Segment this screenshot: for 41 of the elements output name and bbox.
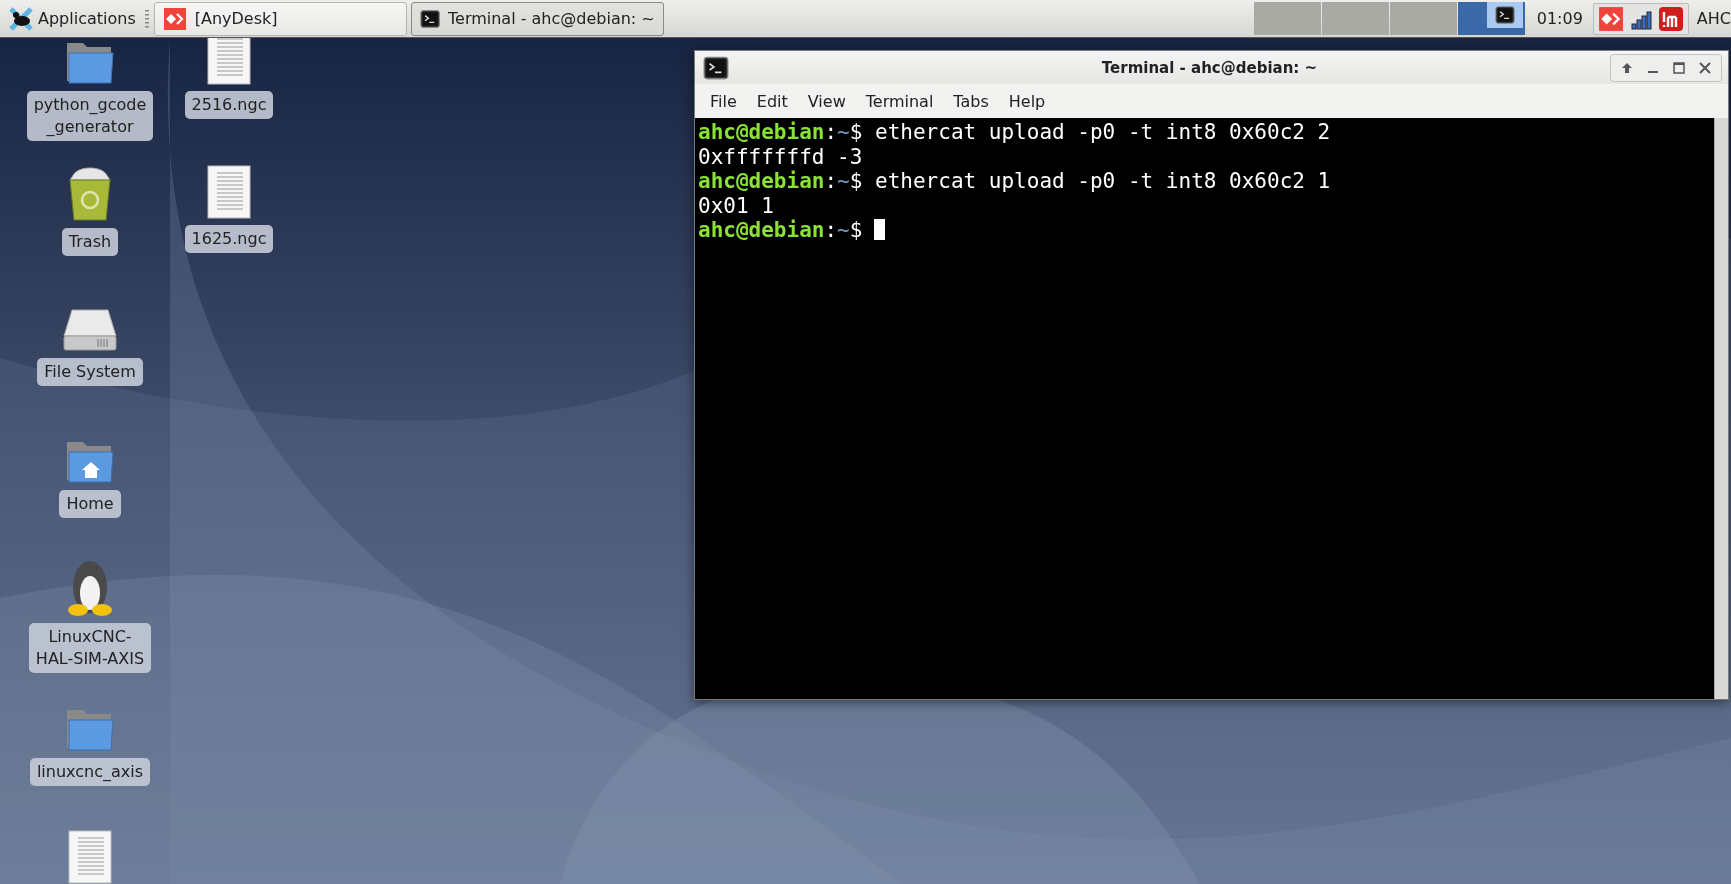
- menu-item[interactable]: Edit: [747, 87, 797, 115]
- prompt-line: ahc@debian:~$ ethercat upload -p0 -t int8 0x60c2 2: [698, 120, 1332, 145]
- taskbar-button[interactable]: [AnyDesk]: [153, 1, 407, 36]
- terminal-area[interactable]: ahc@debian:~$ ethercat upload -p0 -t int8 0x60c2 2 0xfffffffd -3 ahc@debian:~$ ethercat upload -p0 -t int8 0x60c2 1 0x01 1 ahc@debian:~$: [695, 118, 1728, 699]
- menu-item[interactable]: Tabs: [944, 87, 998, 115]
- taskbar-button[interactable]: Terminal - ahc@debian: ~: [410, 1, 664, 36]
- icon-label[interactable]: 2516.ngc: [184, 91, 274, 119]
- icon-label[interactable]: Trash: [61, 228, 119, 256]
- icon-label[interactable]: File System: [37, 358, 143, 386]
- output-line: 0xfffffffd -3: [698, 144, 864, 169]
- menu-item[interactable]: Help: [999, 87, 1055, 115]
- maximize-icon: [1673, 61, 1685, 74]
- user-name[interactable]: AHC: [1696, 9, 1731, 28]
- clock[interactable]: 01:09: [1536, 9, 1583, 28]
- menu-item[interactable]: File: [701, 87, 746, 115]
- icon-label[interactable]: linuxcnc_axis: [29, 758, 151, 786]
- window-title: Terminal - ahc@debian: ~: [1100, 58, 1319, 77]
- up-arrow-icon: [1621, 61, 1633, 74]
- alert-icon[interactable]: [1657, 5, 1684, 32]
- terminal-icon: [703, 54, 729, 81]
- menu-item[interactable]: View: [798, 87, 855, 115]
- mouse-logo-icon: [8, 5, 34, 32]
- applications-menu[interactable]: Applications: [4, 1, 140, 36]
- drive-icon: [62, 306, 118, 352]
- prompt-line: ahc@debian:~$ ethercat upload -p0 -t int8 0x60c2 1: [698, 169, 1332, 194]
- grip-icon[interactable]: [143, 8, 150, 29]
- icon-label[interactable]: python_gcode _generator: [26, 91, 154, 141]
- prompt-line: ahc@debian:~$: [698, 218, 1711, 243]
- close-icon: [1699, 61, 1711, 74]
- document-icon: [207, 165, 251, 219]
- output-line: 0x01 1: [698, 193, 775, 218]
- menu-item[interactable]: Terminal: [856, 87, 943, 115]
- icon-label[interactable]: LinuxCNC- HAL-SIM-AXIS: [28, 623, 152, 673]
- document-icon: [207, 38, 251, 85]
- document-icon: [68, 830, 112, 884]
- icon-label[interactable]: 1625.ngc: [184, 225, 274, 253]
- terminal-icon: [1494, 5, 1515, 25]
- minimize-icon: [1648, 71, 1658, 73]
- icon-label[interactable]: Home: [59, 490, 121, 518]
- workspace-button[interactable]: [1457, 2, 1525, 35]
- scrollbar[interactable]: [1714, 118, 1728, 699]
